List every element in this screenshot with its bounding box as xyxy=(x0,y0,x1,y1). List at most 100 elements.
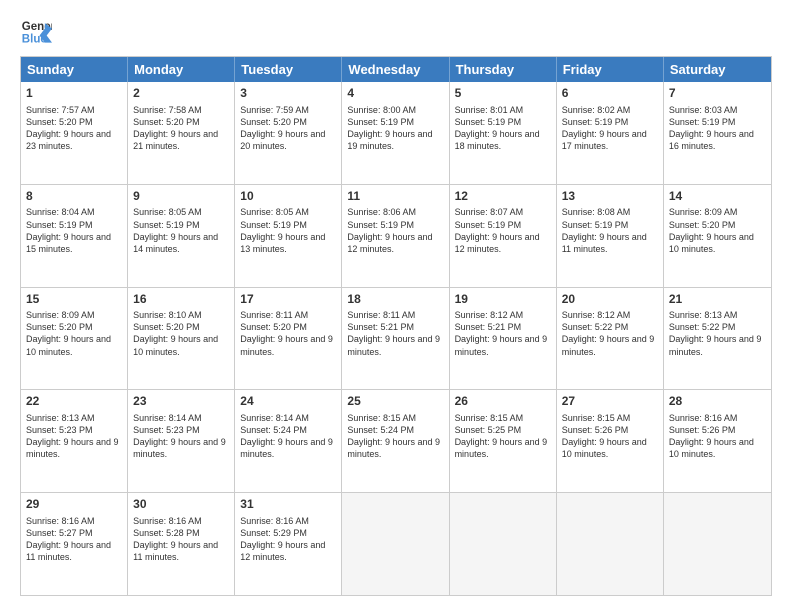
header-day-friday: Friday xyxy=(557,57,664,82)
calendar: SundayMondayTuesdayWednesdayThursdayFrid… xyxy=(20,56,772,596)
day-cell-24: 24Sunrise: 8:14 AMSunset: 5:24 PMDayligh… xyxy=(235,390,342,492)
empty-cell xyxy=(557,493,664,595)
day-cell-12: 12Sunrise: 8:07 AMSunset: 5:19 PMDayligh… xyxy=(450,185,557,287)
cell-info: Sunrise: 8:04 AMSunset: 5:19 PMDaylight:… xyxy=(26,206,122,255)
day-cell-22: 22 Sunrise: 8:13 AMSunset: 5:23 PMDayligh… xyxy=(21,390,128,492)
day-number: 18 xyxy=(347,292,443,308)
cell-info: Sunrise: 8:00 AMSunset: 5:19 PMDaylight:… xyxy=(347,104,443,153)
day-number: 4 xyxy=(347,86,443,102)
cell-info: Sunrise: 7:59 AMSunset: 5:20 PMDaylight:… xyxy=(240,104,336,153)
day-cell-1: 1 Sunrise: 7:57 AMSunset: 5:20 PMDaylight… xyxy=(21,82,128,184)
day-number: 28 xyxy=(669,394,766,410)
day-number: 14 xyxy=(669,189,766,205)
day-cell-8: 8Sunrise: 8:04 AMSunset: 5:19 PMDaylight… xyxy=(21,185,128,287)
day-cell-13: 13Sunrise: 8:08 AMSunset: 5:19 PMDayligh… xyxy=(557,185,664,287)
page: General Blue SundayMondayTuesdayWednesda… xyxy=(0,0,792,612)
header-day-monday: Monday xyxy=(128,57,235,82)
day-cell-6: 6 Sunrise: 8:02 AMSunset: 5:19 PMDaylight… xyxy=(557,82,664,184)
header: General Blue xyxy=(20,16,772,48)
day-cell-4: 4 Sunrise: 8:00 AMSunset: 5:19 PMDaylight… xyxy=(342,82,449,184)
day-cell-26: 26 Sunrise: 8:15 AMSunset: 5:25 PMDayligh… xyxy=(450,390,557,492)
calendar-row-5: 29 Sunrise: 8:16 AMSunset: 5:27 PMDayligh… xyxy=(21,492,771,595)
calendar-row-3: 15Sunrise: 8:09 AMSunset: 5:20 PMDayligh… xyxy=(21,287,771,390)
day-number: 17 xyxy=(240,292,336,308)
day-cell-19: 19Sunrise: 8:12 AMSunset: 5:21 PMDayligh… xyxy=(450,288,557,390)
cell-info: Sunrise: 8:16 AMSunset: 5:26 PMDaylight:… xyxy=(669,412,766,461)
cell-info: Sunrise: 8:03 AMSunset: 5:19 PMDaylight:… xyxy=(669,104,766,153)
day-number: 21 xyxy=(669,292,766,308)
cell-info: Sunrise: 8:10 AMSunset: 5:20 PMDaylight:… xyxy=(133,309,229,358)
cell-info: Sunrise: 7:58 AMSunset: 5:20 PMDaylight:… xyxy=(133,104,229,153)
calendar-body: 1 Sunrise: 7:57 AMSunset: 5:20 PMDaylight… xyxy=(21,82,771,595)
cell-info: Sunrise: 8:11 AMSunset: 5:21 PMDaylight:… xyxy=(347,309,443,358)
calendar-row-2: 8Sunrise: 8:04 AMSunset: 5:19 PMDaylight… xyxy=(21,184,771,287)
day-cell-15: 15Sunrise: 8:09 AMSunset: 5:20 PMDayligh… xyxy=(21,288,128,390)
day-cell-23: 23 Sunrise: 8:14 AMSunset: 5:23 PMDayligh… xyxy=(128,390,235,492)
day-number: 29 xyxy=(26,497,122,513)
cell-info: Sunrise: 8:14 AMSunset: 5:23 PMDaylight:… xyxy=(133,412,229,461)
cell-info: Sunrise: 8:06 AMSunset: 5:19 PMDaylight:… xyxy=(347,206,443,255)
cell-info: Sunrise: 8:08 AMSunset: 5:19 PMDaylight:… xyxy=(562,206,658,255)
day-cell-10: 10Sunrise: 8:05 AMSunset: 5:19 PMDayligh… xyxy=(235,185,342,287)
day-number: 16 xyxy=(133,292,229,308)
day-cell-17: 17Sunrise: 8:11 AMSunset: 5:20 PMDayligh… xyxy=(235,288,342,390)
day-number: 5 xyxy=(455,86,551,102)
day-number: 12 xyxy=(455,189,551,205)
empty-cell xyxy=(342,493,449,595)
day-number: 3 xyxy=(240,86,336,102)
day-cell-28: 28 Sunrise: 8:16 AMSunset: 5:26 PMDayligh… xyxy=(664,390,771,492)
day-cell-29: 29 Sunrise: 8:16 AMSunset: 5:27 PMDayligh… xyxy=(21,493,128,595)
day-number: 6 xyxy=(562,86,658,102)
cell-info: Sunrise: 8:14 AMSunset: 5:24 PMDaylight:… xyxy=(240,412,336,461)
day-cell-25: 25Sunrise: 8:15 AMSunset: 5:24 PMDayligh… xyxy=(342,390,449,492)
day-cell-2: 2 Sunrise: 7:58 AMSunset: 5:20 PMDaylight… xyxy=(128,82,235,184)
header-day-thursday: Thursday xyxy=(450,57,557,82)
day-number: 26 xyxy=(455,394,551,410)
cell-info: Sunrise: 8:16 AMSunset: 5:27 PMDaylight:… xyxy=(26,515,122,564)
day-number: 27 xyxy=(562,394,658,410)
day-cell-16: 16Sunrise: 8:10 AMSunset: 5:20 PMDayligh… xyxy=(128,288,235,390)
day-cell-31: 31Sunrise: 8:16 AMSunset: 5:29 PMDayligh… xyxy=(235,493,342,595)
header-day-sunday: Sunday xyxy=(21,57,128,82)
cell-info: Sunrise: 8:16 AMSunset: 5:29 PMDaylight:… xyxy=(240,515,336,564)
cell-info: Sunrise: 8:05 AMSunset: 5:19 PMDaylight:… xyxy=(133,206,229,255)
day-number: 20 xyxy=(562,292,658,308)
cell-info: Sunrise: 8:13 AMSunset: 5:22 PMDaylight:… xyxy=(669,309,766,358)
day-cell-7: 7Sunrise: 8:03 AMSunset: 5:19 PMDaylight… xyxy=(664,82,771,184)
day-number: 11 xyxy=(347,189,443,205)
day-cell-20: 20Sunrise: 8:12 AMSunset: 5:22 PMDayligh… xyxy=(557,288,664,390)
empty-cell xyxy=(450,493,557,595)
cell-info: Sunrise: 8:11 AMSunset: 5:20 PMDaylight:… xyxy=(240,309,336,358)
logo: General Blue xyxy=(20,16,52,48)
cell-info: Sunrise: 8:05 AMSunset: 5:19 PMDaylight:… xyxy=(240,206,336,255)
cell-info: Sunrise: 8:07 AMSunset: 5:19 PMDaylight:… xyxy=(455,206,551,255)
day-number: 2 xyxy=(133,86,229,102)
day-cell-5: 5 Sunrise: 8:01 AMSunset: 5:19 PMDaylight… xyxy=(450,82,557,184)
cell-info: Sunrise: 8:01 AMSunset: 5:19 PMDaylight:… xyxy=(455,104,551,153)
logo-icon: General Blue xyxy=(20,16,52,48)
cell-info: Sunrise: 8:02 AMSunset: 5:19 PMDaylight:… xyxy=(562,104,658,153)
day-number: 1 xyxy=(26,86,122,102)
empty-cell xyxy=(664,493,771,595)
header-day-tuesday: Tuesday xyxy=(235,57,342,82)
cell-info: Sunrise: 8:16 AMSunset: 5:28 PMDaylight:… xyxy=(133,515,229,564)
day-number: 8 xyxy=(26,189,122,205)
cell-info: Sunrise: 8:09 AMSunset: 5:20 PMDaylight:… xyxy=(26,309,122,358)
day-cell-30: 30Sunrise: 8:16 AMSunset: 5:28 PMDayligh… xyxy=(128,493,235,595)
day-number: 19 xyxy=(455,292,551,308)
day-cell-18: 18Sunrise: 8:11 AMSunset: 5:21 PMDayligh… xyxy=(342,288,449,390)
day-cell-14: 14Sunrise: 8:09 AMSunset: 5:20 PMDayligh… xyxy=(664,185,771,287)
cell-info: Sunrise: 8:15 AMSunset: 5:24 PMDaylight:… xyxy=(347,412,443,461)
cell-info: Sunrise: 8:15 AMSunset: 5:26 PMDaylight:… xyxy=(562,412,658,461)
day-number: 22 xyxy=(26,394,122,410)
calendar-header: SundayMondayTuesdayWednesdayThursdayFrid… xyxy=(21,57,771,82)
cell-info: Sunrise: 8:13 AMSunset: 5:23 PMDaylight:… xyxy=(26,412,122,461)
calendar-row-4: 22 Sunrise: 8:13 AMSunset: 5:23 PMDayligh… xyxy=(21,389,771,492)
cell-info: Sunrise: 7:57 AMSunset: 5:20 PMDaylight:… xyxy=(26,104,122,153)
day-number: 15 xyxy=(26,292,122,308)
day-cell-27: 27 Sunrise: 8:15 AMSunset: 5:26 PMDayligh… xyxy=(557,390,664,492)
cell-info: Sunrise: 8:12 AMSunset: 5:21 PMDaylight:… xyxy=(455,309,551,358)
cell-info: Sunrise: 8:15 AMSunset: 5:25 PMDaylight:… xyxy=(455,412,551,461)
day-number: 23 xyxy=(133,394,229,410)
calendar-row-1: 1 Sunrise: 7:57 AMSunset: 5:20 PMDaylight… xyxy=(21,82,771,184)
